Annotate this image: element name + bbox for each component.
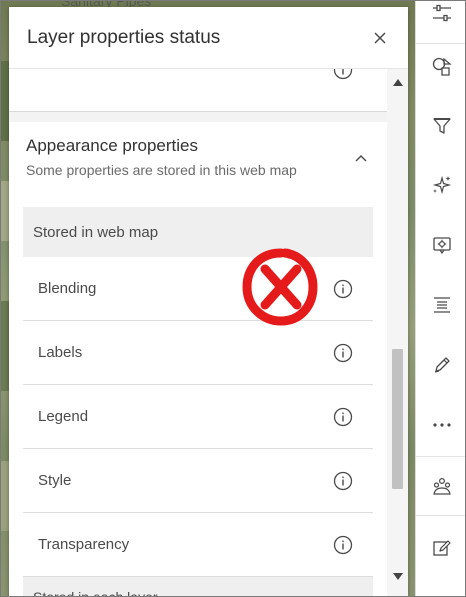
section-subtitle: Some properties are stored in this web m…	[26, 162, 297, 178]
panel-title: Layer properties status	[27, 26, 221, 48]
effects-sparkle-icon	[432, 175, 452, 195]
tool-filter[interactable]	[416, 104, 465, 148]
more-icon	[433, 423, 451, 427]
property-row-style[interactable]: Style	[23, 449, 373, 513]
tool-clustering[interactable]	[416, 465, 465, 509]
info-icon[interactable]	[333, 279, 353, 299]
clustering-icon	[433, 477, 451, 495]
edit-pencil-icon	[434, 357, 450, 373]
app-frame: Sanitary Pipes Layer properties status A…	[0, 0, 466, 597]
panel-header: Layer properties status	[9, 7, 408, 69]
info-icon[interactable]	[333, 343, 353, 363]
vertical-scrollbar[interactable]	[387, 69, 408, 596]
layer-properties-panel: Layer properties status Appearance prope…	[9, 7, 408, 597]
next-header-label: Stored in each layer	[33, 589, 158, 597]
tool-sketch[interactable]	[416, 526, 465, 570]
right-toolbar	[415, 1, 465, 596]
tool-edit[interactable]	[416, 343, 465, 387]
fields-list-icon	[434, 297, 450, 313]
tool-styles[interactable]	[416, 45, 465, 89]
property-row-legend[interactable]: Legend	[23, 385, 373, 449]
close-icon	[374, 31, 386, 44]
tool-effects[interactable]	[416, 163, 465, 207]
property-row-blending[interactable]: Blending	[23, 257, 373, 321]
info-icon[interactable]	[333, 69, 353, 80]
tool-properties[interactable]	[416, 1, 465, 35]
toolbar-divider	[416, 456, 465, 457]
property-label: Transparency	[38, 536, 130, 553]
chevron-up-icon[interactable]	[352, 150, 370, 168]
filter-icon	[433, 118, 451, 134]
section-title: Appearance properties	[26, 136, 199, 155]
toolbar-divider	[416, 515, 465, 516]
info-icon[interactable]	[333, 535, 353, 555]
red-annotation-mark	[242, 248, 318, 326]
tool-popups[interactable]	[416, 223, 465, 267]
property-label: Legend	[38, 408, 89, 425]
shapes-icon	[432, 57, 452, 76]
scroll-down-arrow-icon[interactable]	[393, 573, 403, 580]
panel-scroll-area[interactable]: Appearance properties Some properties ar…	[9, 69, 387, 597]
property-row-transparency[interactable]: Transparency	[23, 513, 373, 577]
property-label: Style	[38, 472, 72, 489]
toolbar-divider	[416, 43, 465, 44]
close-button[interactable]	[370, 28, 390, 48]
appearance-properties-section: Appearance properties Some properties ar…	[9, 122, 387, 597]
tool-more[interactable]	[416, 403, 465, 447]
property-label: Labels	[38, 344, 83, 361]
info-icon[interactable]	[333, 407, 353, 427]
previous-section-card	[9, 69, 387, 112]
scroll-up-arrow-icon[interactable]	[393, 79, 403, 86]
tool-fields[interactable]	[416, 283, 465, 327]
stored-in-web-map-header: Stored in web map	[23, 207, 373, 257]
stored-in-layer-header: Stored in each layer	[23, 577, 373, 597]
properties-sliders-icon	[433, 4, 451, 22]
property-label: Blending	[38, 280, 97, 297]
sketch-edit-icon	[433, 540, 451, 556]
configure-popups-icon	[433, 237, 451, 255]
property-row-labels[interactable]: Labels	[23, 321, 373, 385]
scrollbar-thumb[interactable]	[392, 349, 403, 489]
info-icon[interactable]	[333, 471, 353, 491]
